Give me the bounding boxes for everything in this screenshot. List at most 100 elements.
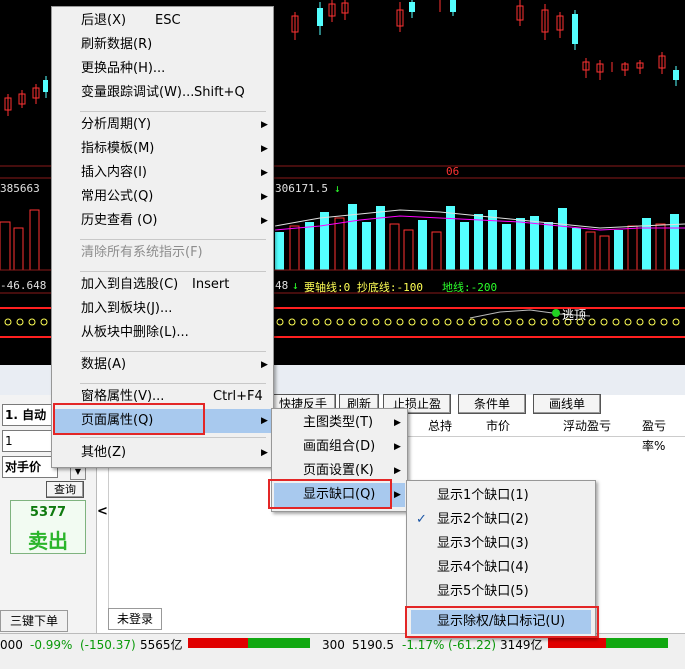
menu-item-refresh-label: 刷新数据(R) [81,37,153,52]
status-left-volume: 5565亿 [140,638,183,652]
menu-item-debug-shortcut: Shift+Q [194,85,245,100]
annotation-box-page-props [53,403,205,435]
menu-item-template[interactable]: 指标模板(M) ▶ [52,137,273,161]
status-left-bar-red [188,638,248,648]
menu-item-change-symbol[interactable]: 更换品种(H)... [52,57,273,81]
submenu-arrow-icon: ▶ [261,120,268,130]
menu-item-formula-label: 常用公式(Q) [81,189,154,204]
menu-item-history-label: 历史查看 (O) [81,213,158,228]
submenu-arrow-icon: ▶ [394,418,401,428]
mode-select[interactable]: 1. 自动 [2,404,58,426]
submenu-arrow-icon: ▶ [261,144,268,154]
menu-item-formula[interactable]: 常用公式(Q) ▶ [52,185,273,209]
status-left-change-abs: (-150.37) [80,638,136,652]
menu-item-gap-4[interactable]: 显示4个缺口(4) [407,556,595,580]
menu-item-gap-4-label: 显示4个缺口(4) [437,560,529,575]
menu-item-main-chart-type[interactable]: 主图类型(T) ▶ [272,411,407,435]
menu-item-add-watchlist[interactable]: 加入到自选股(C) Insert [52,273,273,297]
menu-item-insert-label: 插入内容(I) [81,165,147,180]
submenu-arrow-icon: ▶ [261,168,268,178]
menu-item-gap-2[interactable]: ✓ 显示2个缺口(2) [407,508,595,532]
sell-price: 5377 [29,505,67,520]
menu-separator [80,351,266,352]
menu-item-template-label: 指标模板(M) [81,141,155,156]
menu-separator [80,239,266,240]
menu-item-remove-block-label: 从板块中删除(L)... [81,325,189,340]
indicator-value: -46.648 [0,279,47,292]
menu-item-gap-5[interactable]: 显示5个缺口(5) [407,580,595,604]
indicator-arrow: ↓ [292,279,299,292]
submenu-arrow-icon: ▶ [261,448,268,458]
menu-item-add-watchlist-shortcut: Insert [192,277,230,292]
menu-item-gap-2-label: 显示2个缺口(2) [437,512,529,527]
tab-three-key[interactable]: 三键下单 [0,610,68,632]
indicator-green: 地线:-200 [442,281,498,294]
menu-item-other-label: 其他(Z) [81,445,127,460]
menu-item-refresh[interactable]: 刷新数据(R) [52,33,273,57]
volume-value-left: 385663 [0,182,40,195]
submenu-arrow-icon: ▶ [261,192,268,202]
menu-separator [80,383,266,384]
menu-item-gap-3-label: 显示3个缺口(3) [437,536,529,551]
status-left-bar-green [248,638,310,648]
menu-item-add-watchlist-label: 加入到自选股(C) [81,277,179,292]
menu-separator [80,271,266,272]
sell-button[interactable]: 5377 卖出 [10,500,86,554]
menu-item-add-block[interactable]: 加入到板块(J)... [52,297,273,321]
status-left-index: 000 [0,638,23,652]
menu-item-layout[interactable]: 画面组合(D) ▶ [272,435,407,459]
menu-item-back-label: 后退(X) [81,13,127,28]
menu-item-period-label: 分析周期(Y) [81,117,152,132]
menu-item-debug-label: 变量跟踪调试(W)... [81,85,195,100]
qty-input[interactable]: 1 [2,430,58,452]
col-pl-rate[interactable]: 盈亏率% [642,416,685,453]
menu-item-data-label: 数据(A) [81,357,127,372]
menu-item-layout-label: 画面组合(D) [303,439,376,454]
menu-item-clear-indicators[interactable]: 清除所有系统指示(F) [52,241,273,265]
menu-item-history[interactable]: 历史查看 (O) ▶ [52,209,273,233]
menu-item-data[interactable]: 数据(A) ▶ [52,353,273,377]
col-market-price[interactable]: 市价 [486,416,510,436]
menu-item-remove-block[interactable]: 从板块中删除(L)... [52,321,273,345]
context-menu-main: 后退(X) ESC 刷新数据(R) 更换品种(H)... 变量跟踪调试(W)..… [51,6,274,468]
date-label: 06 [446,165,460,178]
indicator-line: 要轴线:0 抄底线:-100 [304,281,423,294]
menu-item-gap-1-label: 显示1个缺口(1) [437,488,529,503]
menu-item-other[interactable]: 其他(Z) ▶ [52,441,273,465]
menu-item-back[interactable]: 后退(X) ESC [52,9,273,33]
menu-item-back-shortcut: ESC [155,13,181,28]
menu-item-insert[interactable]: 插入内容(I) ▶ [52,161,273,185]
status-right-price: 5190.5 [352,638,394,652]
condition-order-button[interactable]: 条件单 [458,394,526,414]
draw-line-order-button[interactable]: 画线单 [533,394,601,414]
menu-item-period[interactable]: 分析周期(Y) ▶ [52,113,273,137]
price-select[interactable]: 对手价 [2,456,58,478]
sell-label: 卖出 [28,529,68,553]
candles-right [291,0,679,86]
submenu-arrow-icon: ▶ [261,416,268,426]
candles-left [4,76,48,116]
menu-item-debug[interactable]: 变量跟踪调试(W)... Shift+Q [52,81,273,105]
submenu-arrow-icon: ▶ [261,360,268,370]
col-total-hold[interactable]: 总持 [428,416,452,436]
collapse-arrow-icon[interactable]: < [97,504,108,520]
submenu-arrow-icon: ▶ [261,216,268,226]
status-right-volume: 3149亿 [500,638,543,652]
menu-item-gap-5-label: 显示5个缺口(5) [437,584,529,599]
menu-item-gap-3[interactable]: 显示3个缺口(3) [407,532,595,556]
check-icon: ✓ [416,512,427,527]
status-right-change: -1.17% [402,638,445,652]
indicator-value-2: 48 [275,279,289,292]
col-floating-pl[interactable]: 浮动盈亏 [563,416,611,436]
query-button[interactable]: 查询 [46,481,84,498]
menu-separator [80,437,266,438]
menu-item-pane-props-shortcut: Ctrl+F4 [213,389,263,404]
menu-item-clear-indicators-label: 清除所有系统指示(F) [81,245,203,260]
menu-item-gap-1[interactable]: 显示1个缺口(1) [407,484,595,508]
annotation-box-show-gap [268,479,392,509]
status-right-bar-green [606,638,668,648]
submenu-arrow-icon: ▶ [394,466,401,476]
annotation-box-ex-rights [405,606,599,638]
menu-item-main-chart-type-label: 主图类型(T) [303,415,374,430]
tab-not-logged[interactable]: 未登录 [108,608,162,630]
